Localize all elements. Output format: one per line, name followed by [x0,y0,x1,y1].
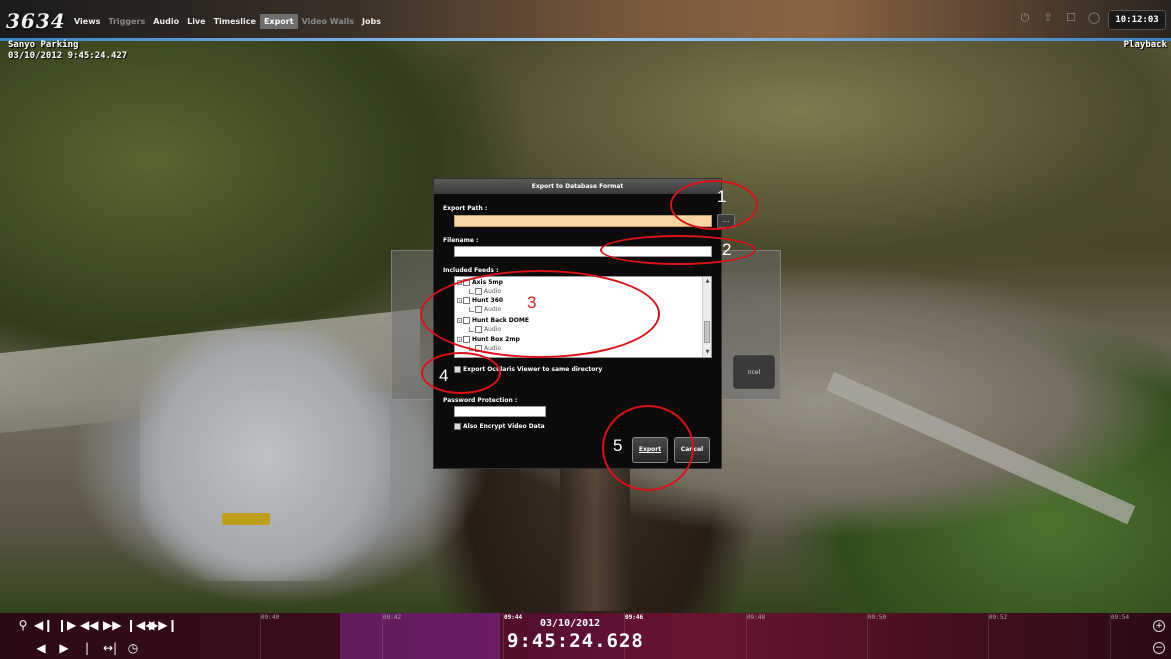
window-icon[interactable]: ☐ [1064,11,1078,25]
step-forward-icon[interactable]: ❙▶ [57,618,76,632]
nav-jobs[interactable]: Jobs [358,14,385,29]
fast-forward-icon[interactable]: ▶▶ [103,618,121,632]
step-back-icon[interactable]: ◀❙ [34,618,53,632]
timeline-selection[interactable] [340,613,500,659]
top-navigation-bar: 3634 Views Triggers Audio Live Timeslice… [0,0,1171,40]
tick-label: 09:42 [383,614,402,621]
scroll-thumb[interactable] [704,321,710,343]
zoom-out-icon[interactable]: − [1153,642,1165,654]
encrypt-option[interactable]: Also Encrypt Video Data [454,423,545,430]
annotation-ring-2 [600,235,756,265]
playback-mode-label: Playback [1123,40,1167,50]
system-clock: 10:12:03 [1108,10,1166,30]
zoom-in-icon[interactable]: + [1153,620,1165,632]
up-arrow-icon[interactable]: ⇧ [1041,11,1055,25]
nav-timeslice[interactable]: Timeslice [210,14,260,29]
encrypt-label: Also Encrypt Video Data [463,423,545,430]
annotation-ring-3 [420,270,660,358]
camera-timestamp: 03/10/2012 9:45:24.427 [8,51,128,61]
tick-label: 09:44 [504,614,523,621]
annotation-number-2: 2 [722,240,732,259]
tick-label: 09:54 [1111,614,1130,621]
skip-end-icon[interactable]: ▶▶❙ [149,618,178,632]
encrypt-checkbox[interactable] [454,423,461,430]
search-icon[interactable]: ⚲ [16,618,30,632]
mark-out-icon[interactable]: ↔| [103,641,117,655]
annotation-ring-1 [670,180,758,230]
scroll-down-icon[interactable]: ▼ [704,349,711,356]
background-cancel-button[interactable]: ncel [733,355,775,389]
circle-icon[interactable]: ◯ [1087,11,1101,25]
tick-label: 09:52 [989,614,1008,621]
playback-date: 03/10/2012 [540,618,601,629]
clock-icon[interactable]: ◷ [126,641,140,655]
annotation-number-4: 4 [439,366,449,385]
rewind-icon[interactable]: ◀◀ [80,618,98,632]
nav-audio[interactable]: Audio [149,14,183,29]
main-menu: Views Triggers Audio Live Timeslice Expo… [70,14,385,29]
annotation-number-3: 3 [527,293,537,312]
nav-views[interactable]: Views [70,14,104,29]
nav-live[interactable]: Live [183,14,209,29]
playback-time: 9:45:24.628 [507,630,644,652]
scroll-up-icon[interactable]: ▲ [704,278,711,285]
power-icon[interactable]: ⏻ [1018,11,1032,25]
app-logo: 3634 [6,9,66,33]
password-label: Password Protection : [443,397,518,404]
filename-label: Filename : [443,237,479,244]
camera-caption: Sanyo Parking 03/10/2012 9:45:24.427 [8,40,127,62]
annotation-ring-4 [421,352,501,394]
annotation-number-5: 5 [613,436,623,455]
tick-label: 09:46 [625,614,644,621]
system-icons: ⏻ ⇧ ☐ ◯ [1018,11,1101,25]
mark-in-icon[interactable]: |↔ [80,641,94,659]
password-input[interactable] [454,406,546,417]
play-reverse-icon[interactable]: ◀ [34,641,48,655]
nav-export[interactable]: Export [259,14,298,29]
tick-label: 09:50 [868,614,887,621]
annotation-number-1: 1 [717,187,727,206]
play-icon[interactable]: ▶ [57,641,71,655]
export-path-input[interactable] [454,215,712,227]
nav-triggers[interactable]: Triggers [104,14,149,29]
camera-name: Sanyo Parking [8,40,79,50]
tick-label: 09:40 [261,614,280,621]
export-path-label: Export Path : [443,205,488,212]
nav-video-walls[interactable]: Video Walls [298,14,358,29]
skip-start-icon[interactable]: ❙◀◀ [126,618,155,632]
feeds-scrollbar[interactable]: ▲ ▼ [702,277,711,357]
tick-label: 09:48 [747,614,766,621]
